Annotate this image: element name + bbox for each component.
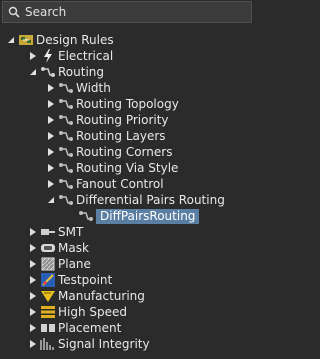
routing-rule-icon [58,129,74,143]
routing-rule-icon [78,209,94,223]
tree-item-width[interactable]: Width [46,80,111,96]
tree-item-label: Electrical [58,49,114,63]
tree-item-routing-corners[interactable]: Routing Corners [46,144,172,160]
routing-rule-icon [58,193,74,207]
routing-rule-icon [58,177,74,191]
tree-item-label: Routing Corners [76,145,173,159]
tree-item-label: Signal Integrity [58,337,150,351]
tree-item-manufacturing[interactable]: Manufacturing [28,288,145,304]
tree-item-placement[interactable]: Placement [28,320,121,336]
tree-item-label: Width [76,81,111,95]
collapsed-arrow-icon[interactable] [46,112,56,128]
tree-item-label: Routing Via Style [76,161,179,175]
tree-item-differential-pairs-routing[interactable]: Differential Pairs Routing [46,192,225,208]
tree-item-label: Differential Pairs Routing [76,193,225,207]
search-box[interactable] [2,1,252,23]
tree-item-electrical[interactable]: Electrical [28,48,113,64]
plane-icon [40,257,56,271]
tree-item-routing-layers[interactable]: Routing Layers [46,128,166,144]
tree-item-label: Routing Priority [76,113,169,127]
expanded-arrow-icon[interactable] [6,32,16,48]
tree-item-label: Mask [58,241,89,255]
routing-icon [40,65,56,79]
tree-item-label: Routing Topology [76,97,179,111]
tree-item-label: Fanout Control [76,177,164,191]
tree-item-label: Routing Layers [76,129,166,143]
tree-item-label: Manufacturing [58,289,145,303]
high-speed-icon [40,305,56,319]
tree-item-label: Testpoint [58,273,113,287]
tree-item-label: Placement [58,321,122,335]
tree-item-label: High Speed [58,305,128,319]
tree-item-label: Plane [58,257,91,271]
tree-item-smt[interactable]: SMT [28,224,83,240]
collapsed-arrow-icon[interactable] [28,304,38,320]
selected-rule-label[interactable]: DiffPairsRouting [96,208,200,224]
smt-icon [40,225,56,239]
search-icon [3,6,25,18]
tree-item-signal-integrity[interactable]: Signal Integrity [28,336,150,352]
tree-item-label: Routing [58,65,105,79]
routing-rule-icon [58,97,74,111]
tree-item-design-rules[interactable]: Design Rules [6,32,114,48]
testpoint-icon [40,273,56,287]
collapsed-arrow-icon[interactable] [46,144,56,160]
search-input[interactable] [25,5,235,19]
collapsed-arrow-icon[interactable] [46,80,56,96]
signal-integrity-icon [40,337,56,351]
routing-rule-icon [58,113,74,127]
tree-item-routing-via-style[interactable]: Routing Via Style [46,160,178,176]
tree-item-routing[interactable]: Routing [28,64,104,80]
manufacturing-icon [40,289,56,303]
tree-item-testpoint[interactable]: Testpoint [28,272,112,288]
tree-item-mask[interactable]: Mask [28,240,89,256]
collapsed-arrow-icon[interactable] [28,288,38,304]
electrical-icon [40,49,56,63]
expanded-arrow-icon[interactable] [46,192,56,208]
placement-icon [40,321,56,335]
tree-item-label: Design Rules [36,33,114,47]
tree-item-routing-topology[interactable]: Routing Topology [46,96,179,112]
tree-item-plane[interactable]: Plane [28,256,91,272]
collapsed-arrow-icon[interactable] [28,240,38,256]
routing-rule-icon [58,161,74,175]
collapsed-arrow-icon[interactable] [28,256,38,272]
collapsed-arrow-icon[interactable] [28,336,38,352]
collapsed-arrow-icon[interactable] [46,128,56,144]
collapsed-arrow-icon[interactable] [46,160,56,176]
collapsed-arrow-icon[interactable] [28,224,38,240]
expanded-arrow-icon[interactable] [28,64,38,80]
routing-rule-icon [58,81,74,95]
tree-item-diffpairsrouting[interactable]: DiffPairsRouting [78,208,200,224]
collapsed-arrow-icon[interactable] [28,48,38,64]
collapsed-arrow-icon[interactable] [28,272,38,288]
collapsed-arrow-icon[interactable] [46,176,56,192]
routing-rule-icon [58,145,74,159]
collapsed-arrow-icon[interactable] [28,320,38,336]
mask-icon [40,241,56,255]
tree-item-high-speed[interactable]: High Speed [28,304,127,320]
tree-item-routing-priority[interactable]: Routing Priority [46,112,169,128]
tree-item-label: SMT [58,225,84,239]
tree-item-fanout-control[interactable]: Fanout Control [46,176,164,192]
design-rules-icon [18,33,34,47]
collapsed-arrow-icon[interactable] [46,96,56,112]
